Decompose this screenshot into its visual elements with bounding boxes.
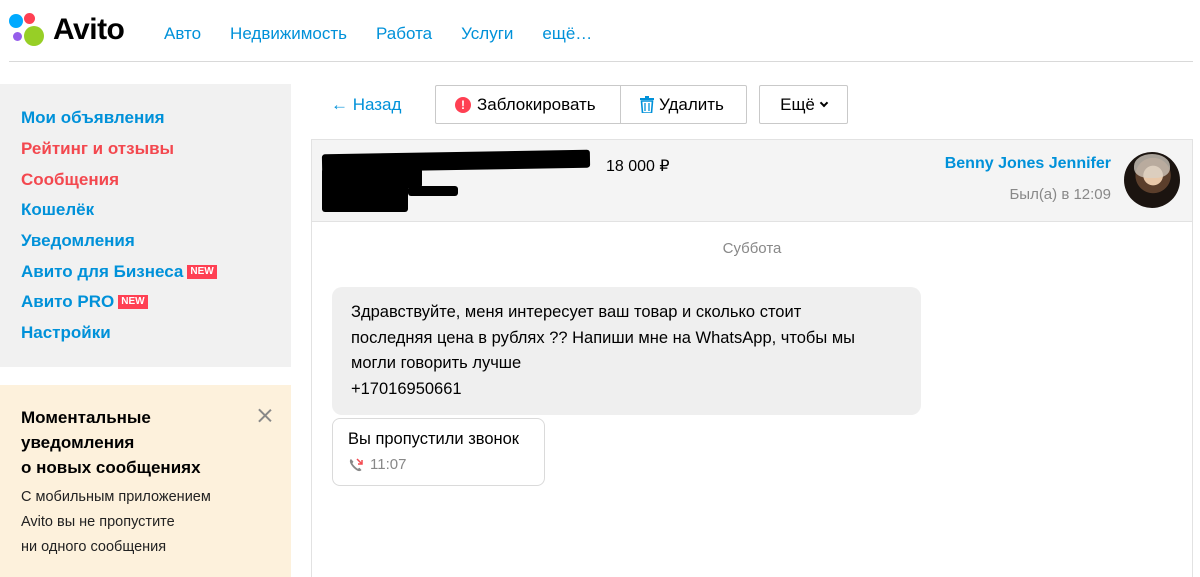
block-button-label: Заблокировать xyxy=(477,94,596,114)
more-button[interactable]: Ещё xyxy=(759,85,848,124)
message-line: могли говорить лучше xyxy=(351,354,522,372)
message-line: Здравствуйте, меня интересует ваш товар … xyxy=(351,303,802,321)
sidebar-item-business[interactable]: Авито для Бизнеса NEW xyxy=(0,256,291,287)
sidebar-item-settings[interactable]: Настройки xyxy=(0,318,291,349)
promo-text-line: С мобильным приложением xyxy=(21,489,211,505)
sidebar-item-label[interactable]: Рейтинг и отзывы xyxy=(21,139,174,159)
nav-more[interactable]: ещё… xyxy=(542,24,592,44)
promo-text-line: Avito вы не пропустите xyxy=(21,514,175,530)
user-last-seen: Был(а) в 12:09 xyxy=(1009,186,1111,203)
promo-title-line: о новых сообщениях xyxy=(21,458,201,477)
promo-text: С мобильным приложением Avito вы не проп… xyxy=(21,485,211,560)
chevron-down-icon xyxy=(819,98,829,107)
sidebar-item-ratings[interactable]: Рейтинг и отзывы xyxy=(0,134,291,165)
trash-icon xyxy=(640,96,654,113)
sidebar-item-label[interactable]: Авито PRO xyxy=(21,292,114,312)
nav-jobs[interactable]: Работа xyxy=(376,24,432,44)
more-button-label: Ещё xyxy=(780,94,815,114)
block-button[interactable]: ! Заблокировать xyxy=(436,86,620,123)
promo-text-line: ни одного сообщения xyxy=(21,539,167,555)
sidebar-item-label[interactable]: Мои объявления xyxy=(21,108,165,128)
incoming-message: Здравствуйте, меня интересует ваш товар … xyxy=(332,287,921,415)
promo-title: Моментальные уведомления о новых сообщен… xyxy=(21,405,201,480)
user-name[interactable]: Benny Jones Jennifer xyxy=(945,155,1111,173)
logo-dots-icon xyxy=(9,12,47,48)
sidebar: Мои объявления Рейтинг и отзывы Сообщени… xyxy=(0,84,291,367)
message-line: +17016950661 xyxy=(351,379,462,398)
chat-panel: 18 000 ₽ Benny Jones Jennifer Был(а) в 1… xyxy=(311,139,1193,577)
sidebar-item-messages[interactable]: Сообщения xyxy=(0,164,291,195)
nav-realty[interactable]: Недвижимость xyxy=(230,24,347,44)
chat-header: 18 000 ₽ Benny Jones Jennifer Был(а) в 1… xyxy=(312,140,1192,222)
header-divider xyxy=(9,61,1193,62)
sidebar-item-label[interactable]: Сообщения xyxy=(21,170,119,190)
delete-button[interactable]: Удалить xyxy=(620,86,746,123)
listing-price: 18 000 ₽ xyxy=(606,158,670,175)
sidebar-item-label[interactable]: Кошелёк xyxy=(21,200,94,220)
sidebar-item-notifications[interactable]: Уведомления xyxy=(0,226,291,257)
missed-call-card[interactable]: Вы пропустили звонок 11:07 xyxy=(332,418,545,486)
new-badge: NEW xyxy=(118,295,148,310)
action-button-group: ! Заблокировать Удалить xyxy=(435,85,747,124)
missed-call-time: 11:07 xyxy=(370,456,407,473)
nav-services[interactable]: Услуги xyxy=(461,24,513,44)
block-alert-icon: ! xyxy=(455,96,471,113)
missed-call-title: Вы пропустили звонок xyxy=(348,430,520,448)
delete-button-label: Удалить xyxy=(659,94,724,114)
close-icon[interactable] xyxy=(257,407,273,423)
header: Avito Авто Недвижимость Работа Услуги ещ… xyxy=(0,0,1200,62)
back-link[interactable]: ← Назад xyxy=(331,95,401,115)
sidebar-item-my-ads[interactable]: Мои объявления xyxy=(0,103,291,134)
new-badge: NEW xyxy=(187,264,217,279)
sidebar-item-label[interactable]: Авито для Бизнеса xyxy=(21,262,183,282)
sidebar-item-label[interactable]: Настройки xyxy=(21,323,111,343)
nav-auto[interactable]: Авто xyxy=(164,24,201,44)
avatar[interactable] xyxy=(1124,152,1180,208)
message-line: последняя цена в рублях ?? Напиши мне на… xyxy=(351,328,856,347)
promo-title-line: уведомления xyxy=(21,433,135,452)
top-nav: Авто Недвижимость Работа Услуги ещё… xyxy=(164,24,621,44)
day-separator: Суббота xyxy=(722,240,782,257)
logo-text: Avito xyxy=(53,13,125,46)
sidebar-item-wallet[interactable]: Кошелёк xyxy=(0,195,291,226)
sidebar-item-label[interactable]: Уведомления xyxy=(21,231,135,251)
missed-call-icon xyxy=(349,457,363,471)
avito-logo[interactable]: Avito xyxy=(9,12,125,48)
app-promo-banner: Моментальные уведомления о новых сообщен… xyxy=(0,385,291,577)
sidebar-item-pro[interactable]: Авито PRO NEW xyxy=(0,287,291,318)
promo-title-line: Моментальные xyxy=(21,408,151,427)
missed-call-meta: 11:07 xyxy=(348,456,529,473)
